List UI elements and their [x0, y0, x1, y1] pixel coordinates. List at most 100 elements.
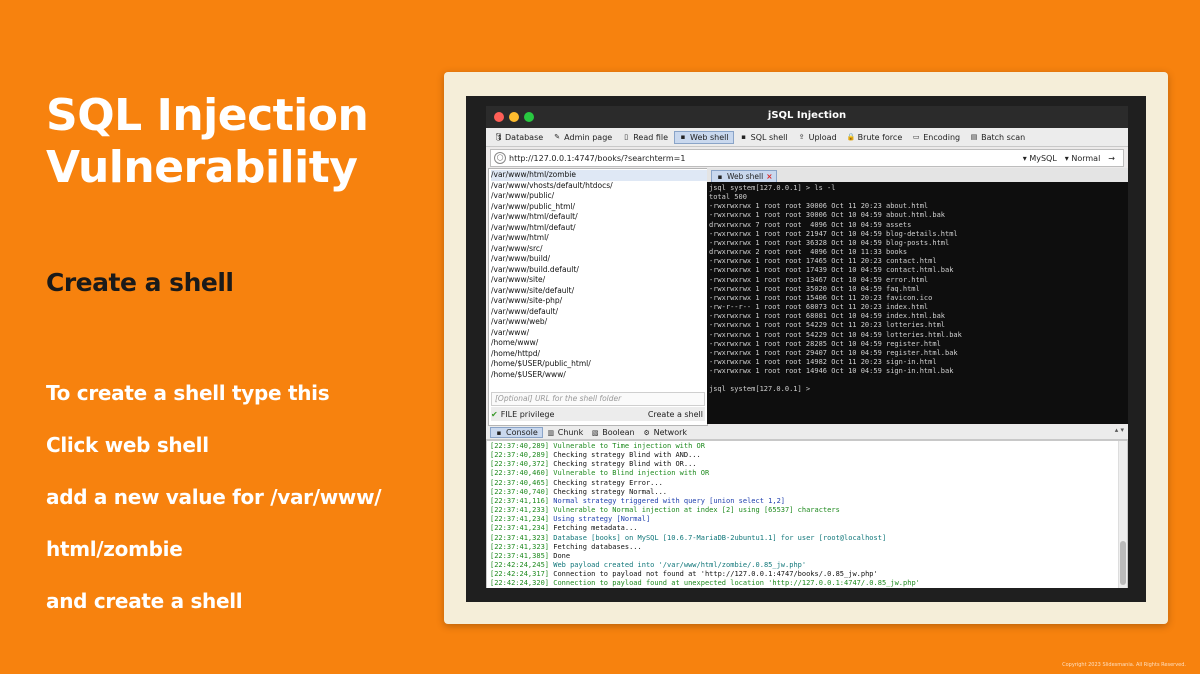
console-message: Using strategy [Normal] [553, 515, 651, 524]
console-row: [22:37:41,116] Normal strategy triggered… [490, 497, 1127, 506]
terminal-line: -rwxrwxrwx 1 root root 17439 Oct 10 04:5… [709, 266, 954, 275]
tab-console[interactable]: ▪ Console [490, 427, 543, 438]
console-icon: ▪ [496, 428, 502, 437]
tab-label: Network [653, 428, 688, 437]
path-list-item[interactable]: /home/www/ [491, 338, 707, 349]
tab-sql-shell[interactable]: ▪ SQL shell [736, 132, 792, 143]
bottom-tabbar: ▪ Console ▥ Chunk ▧ Boolean ⚙ Network ▴ ▾ [486, 426, 1128, 440]
path-list: /var/www/html/zombie/var/www/vhosts/defa… [489, 169, 707, 380]
console-message: Vulnerable to Blind injection with OR [553, 469, 710, 478]
privilege-status: ✔ FILE privilege [491, 410, 554, 419]
console-timestamp: [22:42:24,317] [490, 570, 550, 579]
path-list-item[interactable]: /var/www/html/zombie [491, 170, 707, 181]
terminal-line: -rwxrwxrwx 1 root root 54229 Oct 11 20:2… [709, 321, 946, 330]
lock-icon: 🔒 [846, 133, 856, 141]
tab-chunk[interactable]: ▥ Chunk [543, 428, 587, 437]
tab-label: Batch scan [981, 132, 1026, 142]
window-title: jSQL Injection [767, 110, 847, 121]
path-list-item[interactable]: /home/$USER/public_html/ [491, 359, 707, 370]
method-select[interactable]: ▾ Normal [1065, 154, 1101, 163]
path-list-item[interactable]: /var/www/public/ [491, 191, 707, 202]
chunk-icon: ▥ [547, 428, 555, 437]
path-list-item[interactable]: /var/www/html/default/ [491, 212, 707, 223]
go-arrow-icon[interactable]: → [1108, 154, 1115, 163]
console-row: [22:37:41,234] Using strategy [Normal] [490, 515, 1127, 524]
tab-upload[interactable]: ⇪ Upload [794, 132, 841, 143]
tab-label: Brute force [857, 132, 903, 142]
terminal-line: jsql system[127.0.0.1] > [709, 385, 811, 394]
method-select-value: Normal [1071, 153, 1101, 163]
path-list-item[interactable]: /var/www/src/ [491, 244, 707, 255]
path-list-item[interactable]: /var/www/html/ [491, 233, 707, 244]
close-tab-icon[interactable]: × [766, 172, 772, 181]
privilege-row: ✔ FILE privilege Create a shell [491, 407, 705, 421]
app-window: jSQL Injection 🛢 Database ✎ Admin page ▯ Re… [486, 106, 1128, 588]
console-timestamp: [22:37:41,116] [490, 496, 550, 505]
path-list-item[interactable]: /var/www/site/ [491, 275, 707, 286]
path-list-item[interactable]: /var/www/html/defaut/ [491, 223, 707, 234]
scrollbar-thumb[interactable] [1120, 541, 1126, 585]
tab-label: Encoding [923, 132, 961, 142]
console-timestamp: [22:37:41,323] [490, 533, 550, 542]
tab-database[interactable]: 🛢 Database [490, 132, 547, 143]
terminal-line: -rwxrwxrwx 1 root root 17465 Oct 11 20:2… [709, 257, 937, 266]
tab-boolean[interactable]: ▧ Boolean [587, 428, 638, 437]
tab-web-shell[interactable]: ▪ Web shell [674, 130, 734, 144]
title-bar: jSQL Injection [486, 106, 1128, 128]
main-tabbar: 🛢 Database ✎ Admin page ▯ Read file ▪ Web sh… [486, 128, 1128, 147]
tab-brute-force[interactable]: 🔒 Brute force [843, 132, 907, 143]
terminal-line: -rwxrwxrwx 1 root root 36328 Oct 10 04:5… [709, 238, 950, 247]
console-message: Normal strategy triggered with query [un… [553, 496, 786, 505]
console-row: [22:37:40,289] Vulnerable to Time inject… [490, 442, 1127, 451]
terminal-output[interactable]: jsql system[127.0.0.1] > ls -l total 500-… [707, 182, 1128, 395]
path-list-item[interactable]: /home/httpd/ [491, 349, 707, 360]
path-list-item[interactable]: /var/www/build/ [491, 254, 707, 265]
terminal-line: jsql system[127.0.0.1] > ls -l [709, 184, 836, 192]
tab-label: Read file [633, 132, 669, 142]
url-input[interactable]: http://127.0.0.1:4747/books/?searchterm=… [509, 154, 1023, 163]
console-row: [22:37:41,323] Fetching databases... [490, 543, 1127, 552]
path-list-item[interactable]: /home/$USER/www/ [491, 370, 707, 381]
console-message: Database [books] on MySQL [10.6.7-MariaD… [553, 533, 887, 542]
tab-network[interactable]: ⚙ Network [639, 428, 691, 437]
console-timestamp: [22:42:24,245] [490, 561, 550, 570]
path-list-item[interactable]: /var/www/site-php/ [491, 296, 707, 307]
shell-url-input[interactable]: [Optional] URL for the shell folder [491, 392, 705, 406]
path-list-item[interactable]: /var/www/ [491, 328, 707, 339]
tab-label: Upload [808, 132, 837, 142]
privilege-label: FILE privilege [500, 409, 555, 419]
panel-arrows-icon[interactable]: ▴ ▾ [1115, 426, 1124, 434]
console-timestamp: [22:37:40,740] [490, 487, 550, 496]
web-shell-tab[interactable]: ▪ Web shell × [711, 170, 778, 182]
create-shell-button[interactable]: Create a shell [646, 410, 705, 419]
terminal-line: -rwxrwxrwx 1 root root 14946 Oct 10 04:5… [709, 367, 954, 376]
web-shell-tabbar: ▪ Web shell × [707, 168, 1128, 182]
console-output[interactable]: [22:37:40,289] Vulnerable to Time inject… [486, 440, 1128, 588]
path-list-item[interactable]: /var/www/default/ [491, 307, 707, 318]
web-shell-tab-label: Web shell [727, 172, 764, 181]
tab-batch-scan[interactable]: ▤ Batch scan [966, 132, 1029, 143]
path-list-panel: /var/www/html/zombie/var/www/vhosts/defa… [488, 168, 708, 426]
middle-panel: /var/www/html/zombie/var/www/vhosts/defa… [486, 168, 1128, 426]
console-scrollbar[interactable] [1118, 441, 1127, 588]
admin-page-icon: ✎ [554, 133, 561, 141]
terminal-line: drwxrwxrwx 7 root root 4096 Oct 10 04:59… [709, 220, 912, 229]
step-5: and create a shell [46, 589, 243, 613]
path-list-item[interactable]: /var/www/web/ [491, 317, 707, 328]
path-list-item[interactable]: /var/www/vhosts/default/htdocs/ [491, 181, 707, 192]
url-bar[interactable]: ◯ http://127.0.0.1:4747/books/?searchter… [490, 149, 1124, 167]
console-row: [22:37:41,234] Fetching metadata... [490, 524, 1127, 533]
tab-admin-page[interactable]: ✎ Admin page [549, 132, 616, 143]
tab-encoding[interactable]: ▭ Encoding [908, 132, 964, 143]
path-list-item[interactable]: /var/www/build.default/ [491, 265, 707, 276]
path-list-item[interactable]: /var/www/public_html/ [491, 202, 707, 213]
tab-label: Console [506, 428, 538, 437]
console-row: [22:37:40,289] Checking strategy Blind w… [490, 451, 1127, 460]
terminal-line: -rwxrwxrwx 1 root root 54229 Oct 10 04:5… [709, 330, 962, 339]
console-message: Checking strategy Blind with AND... [553, 451, 701, 460]
db-select[interactable]: ▾ MySQL [1023, 154, 1057, 163]
console-row: [22:37:41,385] Done [490, 552, 1127, 561]
terminal-icon: ▪ [717, 172, 723, 181]
tab-read-file[interactable]: ▯ Read file [618, 132, 672, 143]
path-list-item[interactable]: /var/www/site/default/ [491, 286, 707, 297]
